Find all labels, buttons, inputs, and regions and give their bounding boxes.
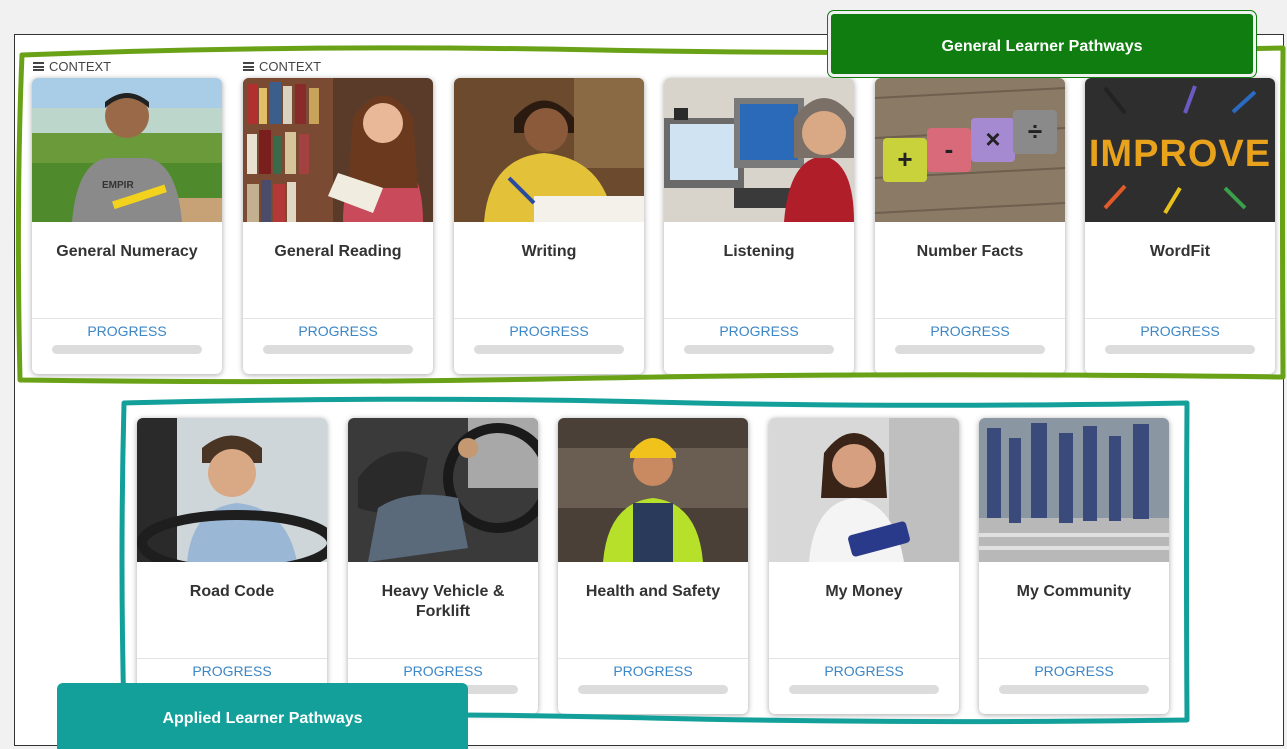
divider	[1085, 318, 1275, 319]
svg-text:÷: ÷	[1028, 116, 1042, 146]
progress-label[interactable]: PROGRESS	[32, 323, 222, 339]
divider	[137, 658, 327, 659]
card-image	[454, 78, 644, 222]
context-menu-reading[interactable]: CONTEXT	[243, 59, 321, 74]
divider	[875, 318, 1065, 319]
divider	[769, 658, 959, 659]
progress-label[interactable]: PROGRESS	[454, 323, 644, 339]
context-label: CONTEXT	[259, 59, 322, 74]
divider	[243, 318, 433, 319]
card-image	[558, 418, 748, 562]
context-label: CONTEXT	[49, 59, 112, 74]
progress-label[interactable]: PROGRESS	[769, 663, 959, 679]
divider	[664, 318, 854, 319]
card-title: Number Facts	[916, 243, 1024, 260]
card-health-and-safety[interactable]: Health and Safety PROGRESS	[558, 418, 748, 714]
card-title: Health and Safety	[585, 583, 721, 600]
svg-text:IMPROVE: IMPROVE	[1089, 133, 1271, 175]
card-image	[979, 418, 1169, 562]
card-image	[137, 418, 327, 562]
divider	[454, 318, 644, 319]
progress-label[interactable]: PROGRESS	[558, 663, 748, 679]
card-image	[348, 418, 538, 562]
svg-text:+: +	[897, 144, 912, 174]
progress-bar	[263, 345, 413, 354]
progress-bar	[999, 685, 1149, 694]
progress-bar	[1105, 345, 1255, 354]
card-title: My Community	[1016, 583, 1132, 600]
progress-bar	[789, 685, 939, 694]
progress-bar	[52, 345, 202, 354]
card-number-facts[interactable]: + - × ÷ Number Facts PROGRESS	[875, 78, 1065, 374]
card-title: Heavy Vehicle & Forklift	[381, 583, 505, 620]
divider	[979, 658, 1169, 659]
progress-bar	[578, 685, 728, 694]
progress-label[interactable]: PROGRESS	[243, 323, 433, 339]
card-image	[769, 418, 959, 562]
card-image	[664, 78, 854, 222]
menu-icon	[243, 62, 254, 71]
progress-bar	[684, 345, 834, 354]
progress-label[interactable]: PROGRESS	[664, 323, 854, 339]
card-title: General Numeracy	[56, 243, 198, 260]
card-general-reading[interactable]: General Reading PROGRESS	[243, 78, 433, 374]
card-image: IMPROVE	[1085, 78, 1275, 222]
card-listening[interactable]: Listening PROGRESS	[664, 78, 854, 374]
card-title: Listening	[723, 243, 795, 260]
progress-label[interactable]: PROGRESS	[137, 663, 327, 679]
svg-text:×: ×	[985, 124, 1000, 154]
svg-text:-: -	[945, 134, 954, 164]
applied-pathways-label: Applied Learner Pathways	[57, 683, 468, 749]
progress-bar	[895, 345, 1045, 354]
card-general-numeracy[interactable]: EMPIR General Numeracy PROGRESS	[32, 78, 222, 374]
card-title: Road Code	[189, 583, 275, 600]
card-wordfit[interactable]: IMPROVE WordFit PROGRESS	[1085, 78, 1275, 374]
context-menu-numeracy[interactable]: CONTEXT	[33, 59, 111, 74]
card-title: Writing	[521, 243, 577, 260]
svg-text:EMPIR: EMPIR	[102, 180, 134, 191]
general-pathways-label: General Learner Pathways	[828, 11, 1256, 77]
divider	[32, 318, 222, 319]
progress-label[interactable]: PROGRESS	[1085, 323, 1275, 339]
card-image	[243, 78, 433, 222]
progress-label[interactable]: PROGRESS	[875, 323, 1065, 339]
divider	[348, 658, 538, 659]
card-my-community[interactable]: My Community PROGRESS	[979, 418, 1169, 714]
progress-bar	[474, 345, 624, 354]
card-my-money[interactable]: My Money PROGRESS	[769, 418, 959, 714]
progress-label[interactable]: PROGRESS	[979, 663, 1169, 679]
card-title: My Money	[825, 583, 903, 600]
card-heavy-vehicle-forklift[interactable]: Heavy Vehicle & Forklift PROGRESS	[348, 418, 538, 714]
card-image: EMPIR	[32, 78, 222, 222]
card-title: WordFit	[1149, 243, 1211, 260]
card-image: + - × ÷	[875, 78, 1065, 222]
card-title: General Reading	[274, 243, 402, 260]
divider	[558, 658, 748, 659]
card-writing[interactable]: Writing PROGRESS	[454, 78, 644, 374]
card-road-code[interactable]: Road Code PROGRESS	[137, 418, 327, 714]
progress-label[interactable]: PROGRESS	[348, 663, 538, 679]
menu-icon	[33, 62, 44, 71]
